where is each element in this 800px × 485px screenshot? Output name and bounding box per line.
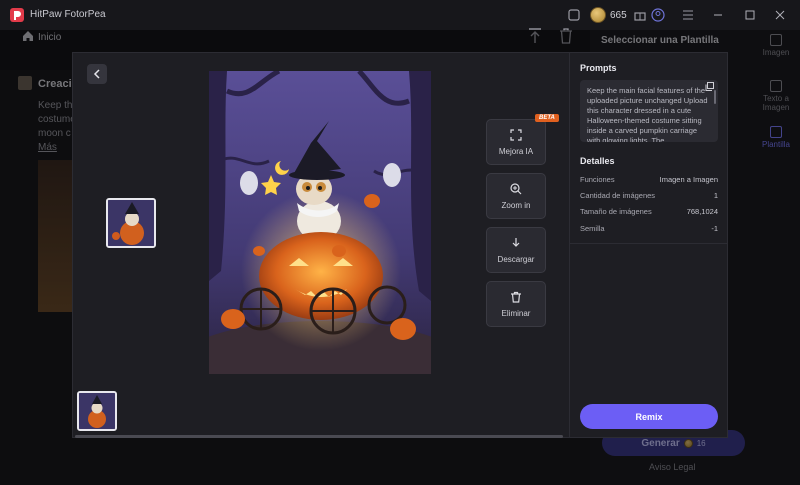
- app-title: HitPaw FotorPea: [30, 9, 106, 20]
- details-divider: [570, 243, 727, 244]
- back-button[interactable]: [87, 64, 107, 84]
- prompt-text[interactable]: Keep the main facial features of the upl…: [580, 80, 718, 142]
- thumbnail-scrollbar[interactable]: [75, 435, 563, 438]
- panel-divider: [569, 52, 570, 438]
- detail-row: Funciones Imagen a Imagen: [580, 175, 718, 184]
- coin-count: 665: [610, 9, 627, 21]
- download-label: Descargar: [497, 254, 535, 264]
- download-button[interactable]: Descargar: [486, 227, 546, 273]
- app-window: HitPaw FotorPea 665 Inicio Creació Keep …: [0, 0, 800, 485]
- prompt-scrollbar[interactable]: [714, 90, 716, 104]
- title-bar: HitPaw FotorPea 665: [0, 0, 800, 30]
- remix-button[interactable]: Remix: [580, 404, 718, 429]
- app-logo-icon: [10, 8, 24, 22]
- copy-icon[interactable]: [705, 82, 714, 91]
- thumbnail-selected[interactable]: [106, 198, 156, 248]
- enhance-button[interactable]: Mejora IA: [486, 119, 546, 165]
- delete-button[interactable]: Eliminar: [486, 281, 546, 327]
- screenshot-icon[interactable]: [566, 7, 582, 23]
- account-icon[interactable]: [650, 7, 666, 23]
- maximize-icon[interactable]: [742, 7, 758, 23]
- menu-icon[interactable]: [680, 7, 696, 23]
- chevron-left-icon: [93, 69, 100, 79]
- close-icon[interactable]: [772, 7, 788, 23]
- zoom-in-icon: [510, 182, 522, 194]
- gift-icon[interactable]: [632, 7, 648, 23]
- trash-icon: [511, 291, 521, 303]
- detail-row: Semilla -1: [580, 224, 718, 233]
- zoom-button[interactable]: Zoom in: [486, 173, 546, 219]
- thumbnail-history[interactable]: [77, 391, 117, 431]
- details-title: Detalles: [580, 156, 615, 166]
- coin-balance[interactable]: 665: [590, 6, 627, 24]
- generated-image: [209, 71, 431, 374]
- prompts-title: Prompts: [580, 63, 617, 73]
- zoom-label: Zoom in: [501, 200, 531, 210]
- minimize-icon[interactable]: [710, 7, 726, 23]
- detail-row: Tamaño de imágenes 768,1024: [580, 207, 718, 216]
- beta-badge: BETA: [535, 114, 559, 122]
- enhance-icon: [510, 128, 522, 141]
- download-icon: [512, 237, 520, 247]
- coin-icon: [590, 7, 606, 23]
- detail-row: Cantidad de imágenes 1: [580, 191, 718, 200]
- delete-label: Eliminar: [501, 308, 531, 318]
- enhance-label: Mejora IA: [498, 146, 534, 156]
